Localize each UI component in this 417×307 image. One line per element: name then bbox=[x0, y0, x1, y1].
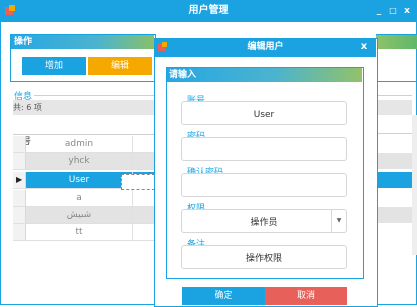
table-row[interactable]: شىيش bbox=[13, 207, 154, 224]
current-row-arrow-icon: ▶ bbox=[16, 175, 23, 184]
minimize-button[interactable]: _ bbox=[373, 4, 385, 18]
add-button[interactable]: 增加 bbox=[22, 57, 86, 75]
cell-next[interactable] bbox=[133, 224, 154, 240]
table-row[interactable]: admin bbox=[13, 136, 154, 153]
account-field[interactable]: User bbox=[181, 101, 347, 125]
input-group-header bbox=[167, 68, 362, 82]
remark-field[interactable]: 操作权限 bbox=[181, 245, 347, 269]
table-row[interactable]: yhck bbox=[13, 153, 154, 170]
operation-panel-title: 操作 bbox=[14, 37, 33, 47]
grid-header-corner bbox=[13, 117, 154, 134]
info-divider-edge bbox=[376, 95, 412, 96]
record-count-edge bbox=[376, 100, 412, 115]
window-title: 用户管理 bbox=[188, 5, 229, 16]
input-group-title: 请输入 bbox=[169, 70, 197, 80]
row-edge bbox=[376, 207, 412, 223]
cell-account[interactable]: yhck bbox=[26, 153, 133, 169]
close-button[interactable]: x bbox=[401, 4, 413, 18]
grid-header: 账号 bbox=[13, 117, 154, 147]
cell-next[interactable] bbox=[133, 153, 154, 169]
operation-panel-header-edge bbox=[376, 35, 417, 49]
vertical-scrollbar[interactable] bbox=[412, 115, 417, 255]
cell-account[interactable]: tt bbox=[26, 224, 133, 240]
cell-next[interactable] bbox=[133, 136, 154, 152]
chevron-down-icon[interactable]: ▼ bbox=[331, 210, 346, 232]
row-indicator bbox=[13, 136, 26, 152]
dialog-close-button[interactable]: x bbox=[357, 40, 371, 54]
confirm-password-field[interactable] bbox=[181, 173, 347, 197]
dialog-title: 编辑用户 bbox=[247, 42, 284, 52]
row-indicator bbox=[13, 207, 26, 223]
cell-next[interactable] bbox=[133, 190, 154, 206]
record-count: 共: 6 项 bbox=[13, 100, 154, 115]
cell-account[interactable]: شىيش bbox=[26, 207, 133, 223]
table-row[interactable]: tt bbox=[13, 224, 154, 241]
operation-panel-header bbox=[11, 35, 154, 49]
edit-button[interactable]: 编辑 bbox=[88, 57, 152, 75]
maximize-button[interactable]: □ bbox=[387, 4, 399, 18]
cancel-button[interactable]: 取消 bbox=[265, 287, 347, 305]
table-row[interactable]: a bbox=[13, 190, 154, 207]
cell-edit-focus[interactable] bbox=[121, 174, 155, 190]
row-indicator bbox=[13, 224, 26, 240]
confirm-button[interactable]: 确定 bbox=[182, 287, 265, 305]
password-field[interactable] bbox=[181, 137, 347, 161]
remark-value: 操作权限 bbox=[245, 254, 282, 264]
row-indicator bbox=[13, 153, 26, 169]
cell-account[interactable]: User bbox=[26, 172, 133, 188]
account-value: User bbox=[253, 110, 275, 120]
cell-next[interactable] bbox=[133, 207, 154, 223]
role-select[interactable]: 操作员 ▼ bbox=[181, 209, 347, 233]
grid-header-edge bbox=[376, 117, 412, 134]
row-edge-selected bbox=[376, 172, 412, 188]
role-value: 操作员 bbox=[250, 218, 278, 228]
info-divider bbox=[34, 95, 154, 96]
cell-account[interactable]: admin bbox=[26, 136, 133, 152]
row-edge bbox=[376, 153, 412, 169]
cell-account[interactable]: a bbox=[26, 190, 133, 206]
row-indicator bbox=[13, 190, 26, 206]
